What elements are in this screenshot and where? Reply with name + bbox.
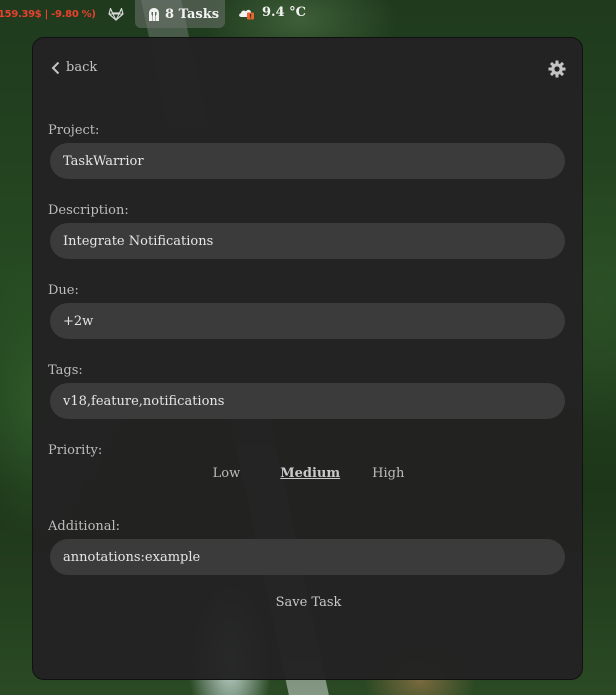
cloud-alert-icon bbox=[239, 9, 254, 19]
chevron-left-icon bbox=[51, 61, 60, 74]
tags-label: Tags: bbox=[48, 363, 83, 378]
priority-low[interactable]: Low bbox=[197, 466, 257, 481]
tasks-count: 8 Tasks bbox=[165, 6, 220, 22]
temperature: 9.4 °C bbox=[262, 5, 306, 20]
project-label: Project: bbox=[48, 123, 100, 138]
priority-selector: Low Medium High bbox=[33, 466, 584, 481]
tasks-indicator[interactable]: 8 Tasks bbox=[135, 0, 225, 28]
description-input[interactable] bbox=[50, 223, 565, 259]
due-label: Due: bbox=[48, 283, 79, 298]
helmet-icon bbox=[149, 7, 159, 21]
gear-icon[interactable] bbox=[548, 60, 566, 78]
additional-input[interactable] bbox=[50, 539, 565, 575]
back-label: back bbox=[66, 60, 98, 75]
top-bar: 159.39$ | -9.80 %) 8 Tasks 9.4 °C bbox=[0, 0, 616, 30]
priority-medium[interactable]: Medium bbox=[264, 466, 356, 481]
task-form-panel: back Project: Description: Due: Tags: Pr… bbox=[32, 37, 583, 680]
additional-label: Additional: bbox=[48, 519, 121, 534]
description-label: Description: bbox=[48, 203, 129, 218]
priority-high[interactable]: High bbox=[356, 466, 420, 481]
stock-ticker: 159.39$ | -9.80 %) bbox=[0, 9, 96, 20]
tags-input[interactable] bbox=[50, 383, 565, 419]
back-button[interactable]: back bbox=[51, 60, 97, 75]
save-task-button[interactable]: Save Task bbox=[33, 595, 584, 610]
weather-indicator[interactable]: 9.4 °C bbox=[238, 5, 306, 20]
gitlab-icon[interactable] bbox=[108, 7, 124, 21]
due-input[interactable] bbox=[50, 303, 565, 339]
project-input[interactable] bbox=[50, 143, 565, 179]
priority-label: Priority: bbox=[48, 443, 103, 458]
